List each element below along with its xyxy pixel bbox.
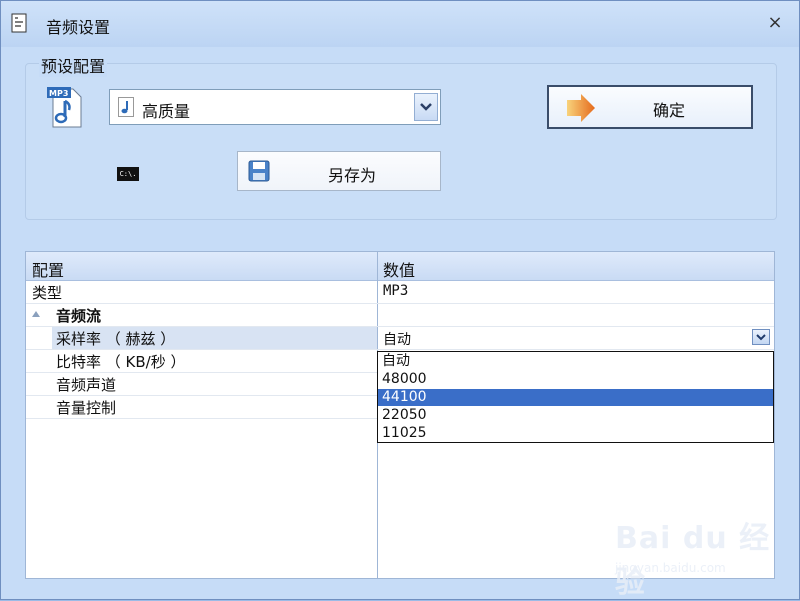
dropdown-option[interactable]: 自动 xyxy=(378,353,773,370)
preset-dropdown-button[interactable] xyxy=(414,93,438,121)
grid-header: 配置 数值 xyxy=(26,252,774,281)
title-bar: 音频设置 × xyxy=(1,1,799,47)
music-note-icon xyxy=(118,97,134,117)
dropdown-option[interactable]: 11025 xyxy=(378,425,773,442)
preset-group-title: 预设配置 xyxy=(39,53,108,77)
app-icon xyxy=(11,13,27,33)
row-sample-rate-label-cell: 采样率 （ 赫兹 ） xyxy=(52,327,377,349)
column-header-value: 数值 xyxy=(383,261,416,280)
row-channel-label: 音频声道 xyxy=(56,376,117,394)
row-bit-rate-label: 比特率 （ KB/秒 ） xyxy=(56,353,186,371)
mp3-file-icon: MP3 xyxy=(47,87,82,128)
sample-rate-dropdown-button[interactable] xyxy=(752,329,770,345)
sample-rate-dropdown-list: 自动 48000 44100 22050 11025 xyxy=(377,351,774,443)
column-header-config: 配置 xyxy=(32,261,65,280)
command-prompt-icon: C:\. xyxy=(117,167,139,181)
collapse-triangle-icon[interactable] xyxy=(32,311,40,317)
window-title: 音频设置 xyxy=(46,18,111,37)
row-sample-rate-value: 自动 xyxy=(383,332,411,348)
dropdown-option-selected[interactable]: 44100 xyxy=(378,389,773,406)
svg-text:MP3: MP3 xyxy=(49,89,68,98)
watermark-logo: Bai du 经验 xyxy=(615,521,771,600)
row-type[interactable]: 类型 MP3 xyxy=(26,281,774,304)
audio-settings-window: 音频设置 × 预设配置 MP3 高质量 确定 C:\. 另存为 配置 数值 类型… xyxy=(0,0,800,600)
watermark-url: jingyan.baidu.com xyxy=(615,561,726,575)
category-audio-stream[interactable]: 音频流 xyxy=(26,304,774,327)
preset-selected-value: 高质量 xyxy=(142,102,191,121)
row-sample-rate-label: 采样率 （ 赫兹 ） xyxy=(56,330,176,348)
preset-select[interactable]: 高质量 xyxy=(109,89,441,125)
row-sample-rate[interactable]: 采样率 （ 赫兹 ） 自动 xyxy=(26,327,774,350)
row-bit-rate-label-cell: 比特率 （ KB/秒 ） xyxy=(52,350,377,372)
dropdown-option[interactable]: 22050 xyxy=(378,407,773,424)
category-label: 音频流 xyxy=(56,307,102,325)
chevron-down-icon xyxy=(420,103,432,111)
arrow-right-icon xyxy=(567,94,595,122)
row-type-label: 类型 xyxy=(32,284,63,302)
save-as-label: 另存为 xyxy=(328,166,377,185)
floppy-disk-icon xyxy=(248,160,270,182)
ok-button[interactable]: 确定 xyxy=(547,85,753,129)
save-as-button[interactable]: 另存为 xyxy=(237,151,441,191)
close-button[interactable]: × xyxy=(765,13,785,33)
ok-button-label: 确定 xyxy=(653,101,686,120)
row-volume-label-cell: 音量控制 xyxy=(52,396,377,418)
dropdown-option[interactable]: 48000 xyxy=(378,371,773,388)
row-channel-label-cell: 音频声道 xyxy=(52,373,377,395)
chevron-down-icon xyxy=(756,334,766,341)
row-type-value: MP3 xyxy=(383,283,409,299)
row-volume-label: 音量控制 xyxy=(56,399,117,417)
baidu-watermark: Bai du 经验 jingyan.baidu.com xyxy=(615,513,785,600)
